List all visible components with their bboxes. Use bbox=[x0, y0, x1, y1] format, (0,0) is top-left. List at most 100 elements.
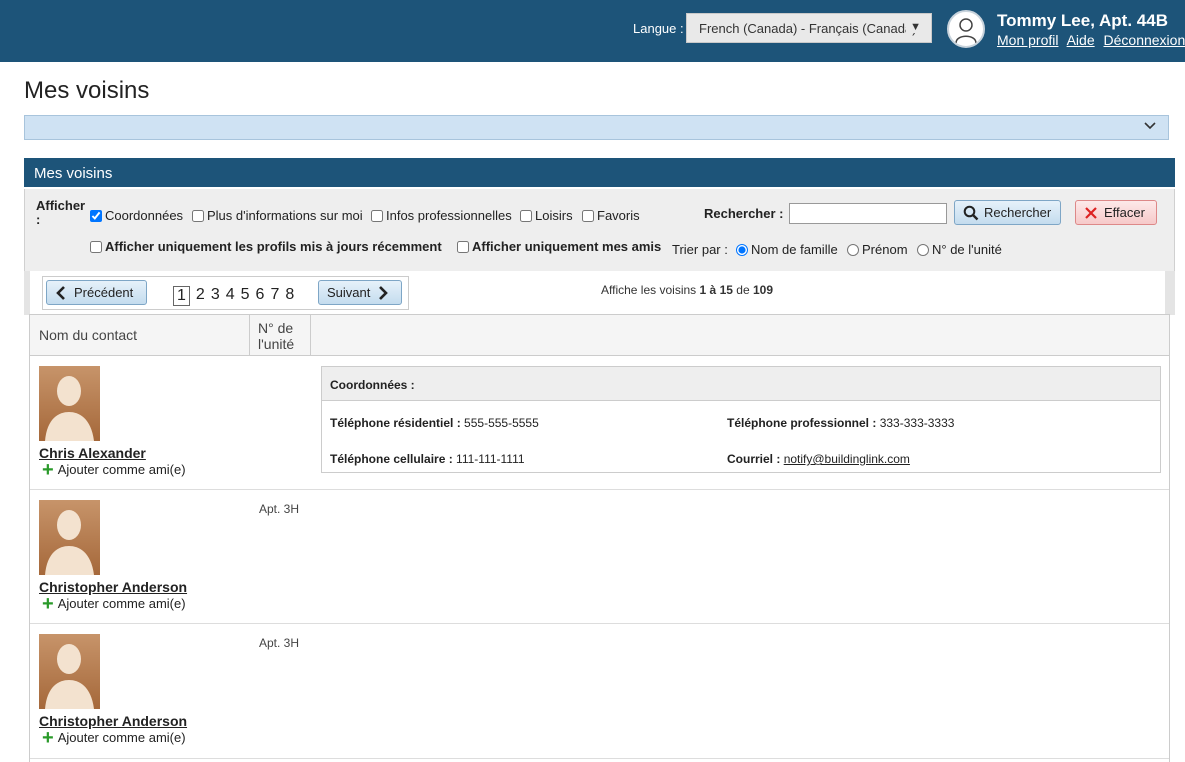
add-friend-link[interactable]: + Ajouter comme ami(e) bbox=[42, 726, 186, 749]
sort-option-label: Prénom bbox=[862, 242, 908, 257]
checkbox[interactable] bbox=[371, 209, 383, 222]
checkbox[interactable] bbox=[582, 209, 594, 222]
sort-unit[interactable]: N° de l'unité bbox=[917, 242, 1002, 257]
plus-icon: + bbox=[42, 726, 54, 749]
sort-last-name[interactable]: Nom de famille bbox=[736, 242, 838, 257]
checkbox[interactable] bbox=[457, 240, 469, 253]
option-hobbies[interactable]: Loisirs bbox=[520, 208, 573, 223]
option-recent-only[interactable]: Afficher uniquement les profils mis à jo… bbox=[90, 239, 442, 254]
page-6[interactable]: 6 bbox=[256, 286, 265, 306]
dropdown-arrow-icon: ▼ bbox=[906, 21, 921, 33]
search-icon bbox=[963, 205, 979, 220]
table-header: Nom du contact N° de l'unité bbox=[29, 314, 1170, 356]
next-label: Suivant bbox=[327, 285, 371, 300]
clear-button[interactable]: Effacer bbox=[1075, 200, 1157, 225]
option-label: Loisirs bbox=[535, 208, 573, 223]
language-select[interactable]: French (Canada) - Français (Canada) ▼ bbox=[686, 13, 932, 43]
search-button-label: Rechercher bbox=[984, 205, 1052, 220]
plus-icon: + bbox=[42, 592, 54, 615]
checkbox[interactable] bbox=[90, 209, 102, 222]
clear-button-label: Effacer bbox=[1104, 205, 1145, 220]
neighbor-photo bbox=[39, 500, 100, 575]
search-label: Rechercher : bbox=[704, 206, 784, 221]
option-friends-only[interactable]: Afficher uniquement mes amis bbox=[457, 239, 661, 254]
previous-label: Précédent bbox=[74, 285, 134, 300]
neighbor-photo bbox=[39, 634, 100, 709]
column-contact-name: Nom du contact bbox=[30, 315, 250, 356]
search-input[interactable] bbox=[789, 203, 947, 224]
work-phone: Téléphone professionnel : 333-333-3333 bbox=[727, 416, 955, 430]
unit-number: Apt. 3H bbox=[259, 636, 300, 650]
table-row: Chris Alexander + Ajouter comme ami(e) C… bbox=[30, 356, 1169, 490]
page-numbers: 1 2 3 4 5 6 7 8 bbox=[173, 286, 300, 306]
option-label: Afficher uniquement mes amis bbox=[472, 239, 662, 254]
language-label: Langue : bbox=[633, 21, 684, 36]
sort-label: Trier par : bbox=[672, 242, 728, 257]
show-label: Afficher : bbox=[36, 198, 86, 227]
radio[interactable] bbox=[847, 243, 859, 256]
option-more-info[interactable]: Plus d'informations sur moi bbox=[192, 208, 363, 223]
search-button[interactable]: Rechercher bbox=[954, 200, 1061, 225]
option-favorites[interactable]: Favoris bbox=[582, 208, 640, 223]
user-links: Mon profil Aide Déconnexion bbox=[997, 32, 1185, 48]
sort-option-label: N° de l'unité bbox=[932, 242, 1002, 257]
radio[interactable] bbox=[736, 243, 748, 256]
neighbor-name-link[interactable]: Christopher Anderson bbox=[39, 713, 187, 729]
top-bar: Langue : French (Canada) - Français (Can… bbox=[0, 0, 1185, 62]
option-label: Coordonnées bbox=[105, 208, 184, 223]
add-friend-label: Ajouter comme ami(e) bbox=[57, 462, 186, 477]
next-button[interactable]: Suivant bbox=[318, 280, 402, 305]
user-name: Tommy Lee, Apt. 44B bbox=[997, 11, 1168, 30]
results-count: Affiche les voisins 1 à 15 de 109 bbox=[601, 283, 773, 297]
table-row: Apt. 3H Christopher Anderson + Ajouter c… bbox=[30, 624, 1169, 759]
logout-link[interactable]: Déconnexion bbox=[1104, 32, 1185, 48]
previous-button[interactable]: Précédent bbox=[46, 280, 147, 305]
sort-first-name[interactable]: Prénom bbox=[847, 242, 908, 257]
page-title: Mes voisins bbox=[24, 77, 150, 104]
close-icon bbox=[1085, 206, 1097, 219]
add-friend-link[interactable]: + Ajouter comme ami(e) bbox=[42, 592, 186, 615]
neighbor-photo bbox=[39, 366, 100, 441]
neighbor-name-link[interactable]: Christopher Anderson bbox=[39, 579, 187, 595]
checkbox[interactable] bbox=[520, 209, 532, 222]
chevron-down-icon[interactable] bbox=[1144, 119, 1156, 134]
page-1[interactable]: 1 bbox=[173, 286, 190, 306]
chevron-right-icon bbox=[379, 285, 389, 300]
add-friend-link[interactable]: + Ajouter comme ami(e) bbox=[42, 458, 186, 481]
page-4[interactable]: 4 bbox=[226, 286, 235, 306]
option-label: Favoris bbox=[597, 208, 640, 223]
user-avatar-icon[interactable] bbox=[947, 10, 985, 48]
radio[interactable] bbox=[917, 243, 929, 256]
plus-icon: + bbox=[42, 458, 54, 481]
cell-phone: Téléphone cellulaire : 111-111-1111 bbox=[330, 452, 525, 466]
neighbors-list: Chris Alexander + Ajouter comme ami(e) C… bbox=[29, 356, 1170, 762]
contact-heading: Coordonnées : bbox=[322, 367, 1160, 401]
page-5[interactable]: 5 bbox=[241, 286, 250, 306]
chevron-left-icon bbox=[56, 285, 65, 300]
language-select-value: French (Canada) - Français (Canada) bbox=[699, 21, 917, 36]
neighbor-name-link[interactable]: Chris Alexander bbox=[39, 445, 146, 461]
add-friend-label: Ajouter comme ami(e) bbox=[57, 730, 186, 745]
my-profile-link[interactable]: Mon profil bbox=[997, 32, 1058, 48]
option-professional[interactable]: Infos professionnelles bbox=[371, 208, 512, 223]
option-label: Plus d'informations sur moi bbox=[207, 208, 363, 223]
add-friend-label: Ajouter comme ami(e) bbox=[57, 596, 186, 611]
page-2[interactable]: 2 bbox=[196, 286, 205, 306]
panel-title: Mes voisins bbox=[24, 158, 1175, 187]
page-8[interactable]: 8 bbox=[285, 286, 294, 306]
pager: Précédent 1 2 3 4 5 6 7 8 Suivant bbox=[42, 276, 409, 310]
option-label: Infos professionnelles bbox=[386, 208, 512, 223]
option-coordonnees[interactable]: Coordonnées bbox=[90, 208, 183, 223]
page-3[interactable]: 3 bbox=[211, 286, 220, 306]
contact-details: Coordonnées : Téléphone résidentiel : 55… bbox=[321, 366, 1161, 473]
option-label: Afficher uniquement les profils mis à jo… bbox=[105, 239, 442, 254]
collapsible-bar[interactable] bbox=[24, 115, 1169, 140]
checkbox[interactable] bbox=[90, 240, 102, 253]
email: Courriel : notify@buildinglink.com bbox=[727, 452, 910, 466]
table-row: Apt. 3H Christopher Anderson + Ajouter c… bbox=[30, 490, 1169, 624]
help-link[interactable]: Aide bbox=[1067, 32, 1095, 48]
column-unit-number: N° de l'unité bbox=[250, 315, 311, 356]
checkbox[interactable] bbox=[192, 209, 204, 222]
email-link[interactable]: notify@buildinglink.com bbox=[784, 452, 910, 466]
page-7[interactable]: 7 bbox=[270, 286, 279, 306]
